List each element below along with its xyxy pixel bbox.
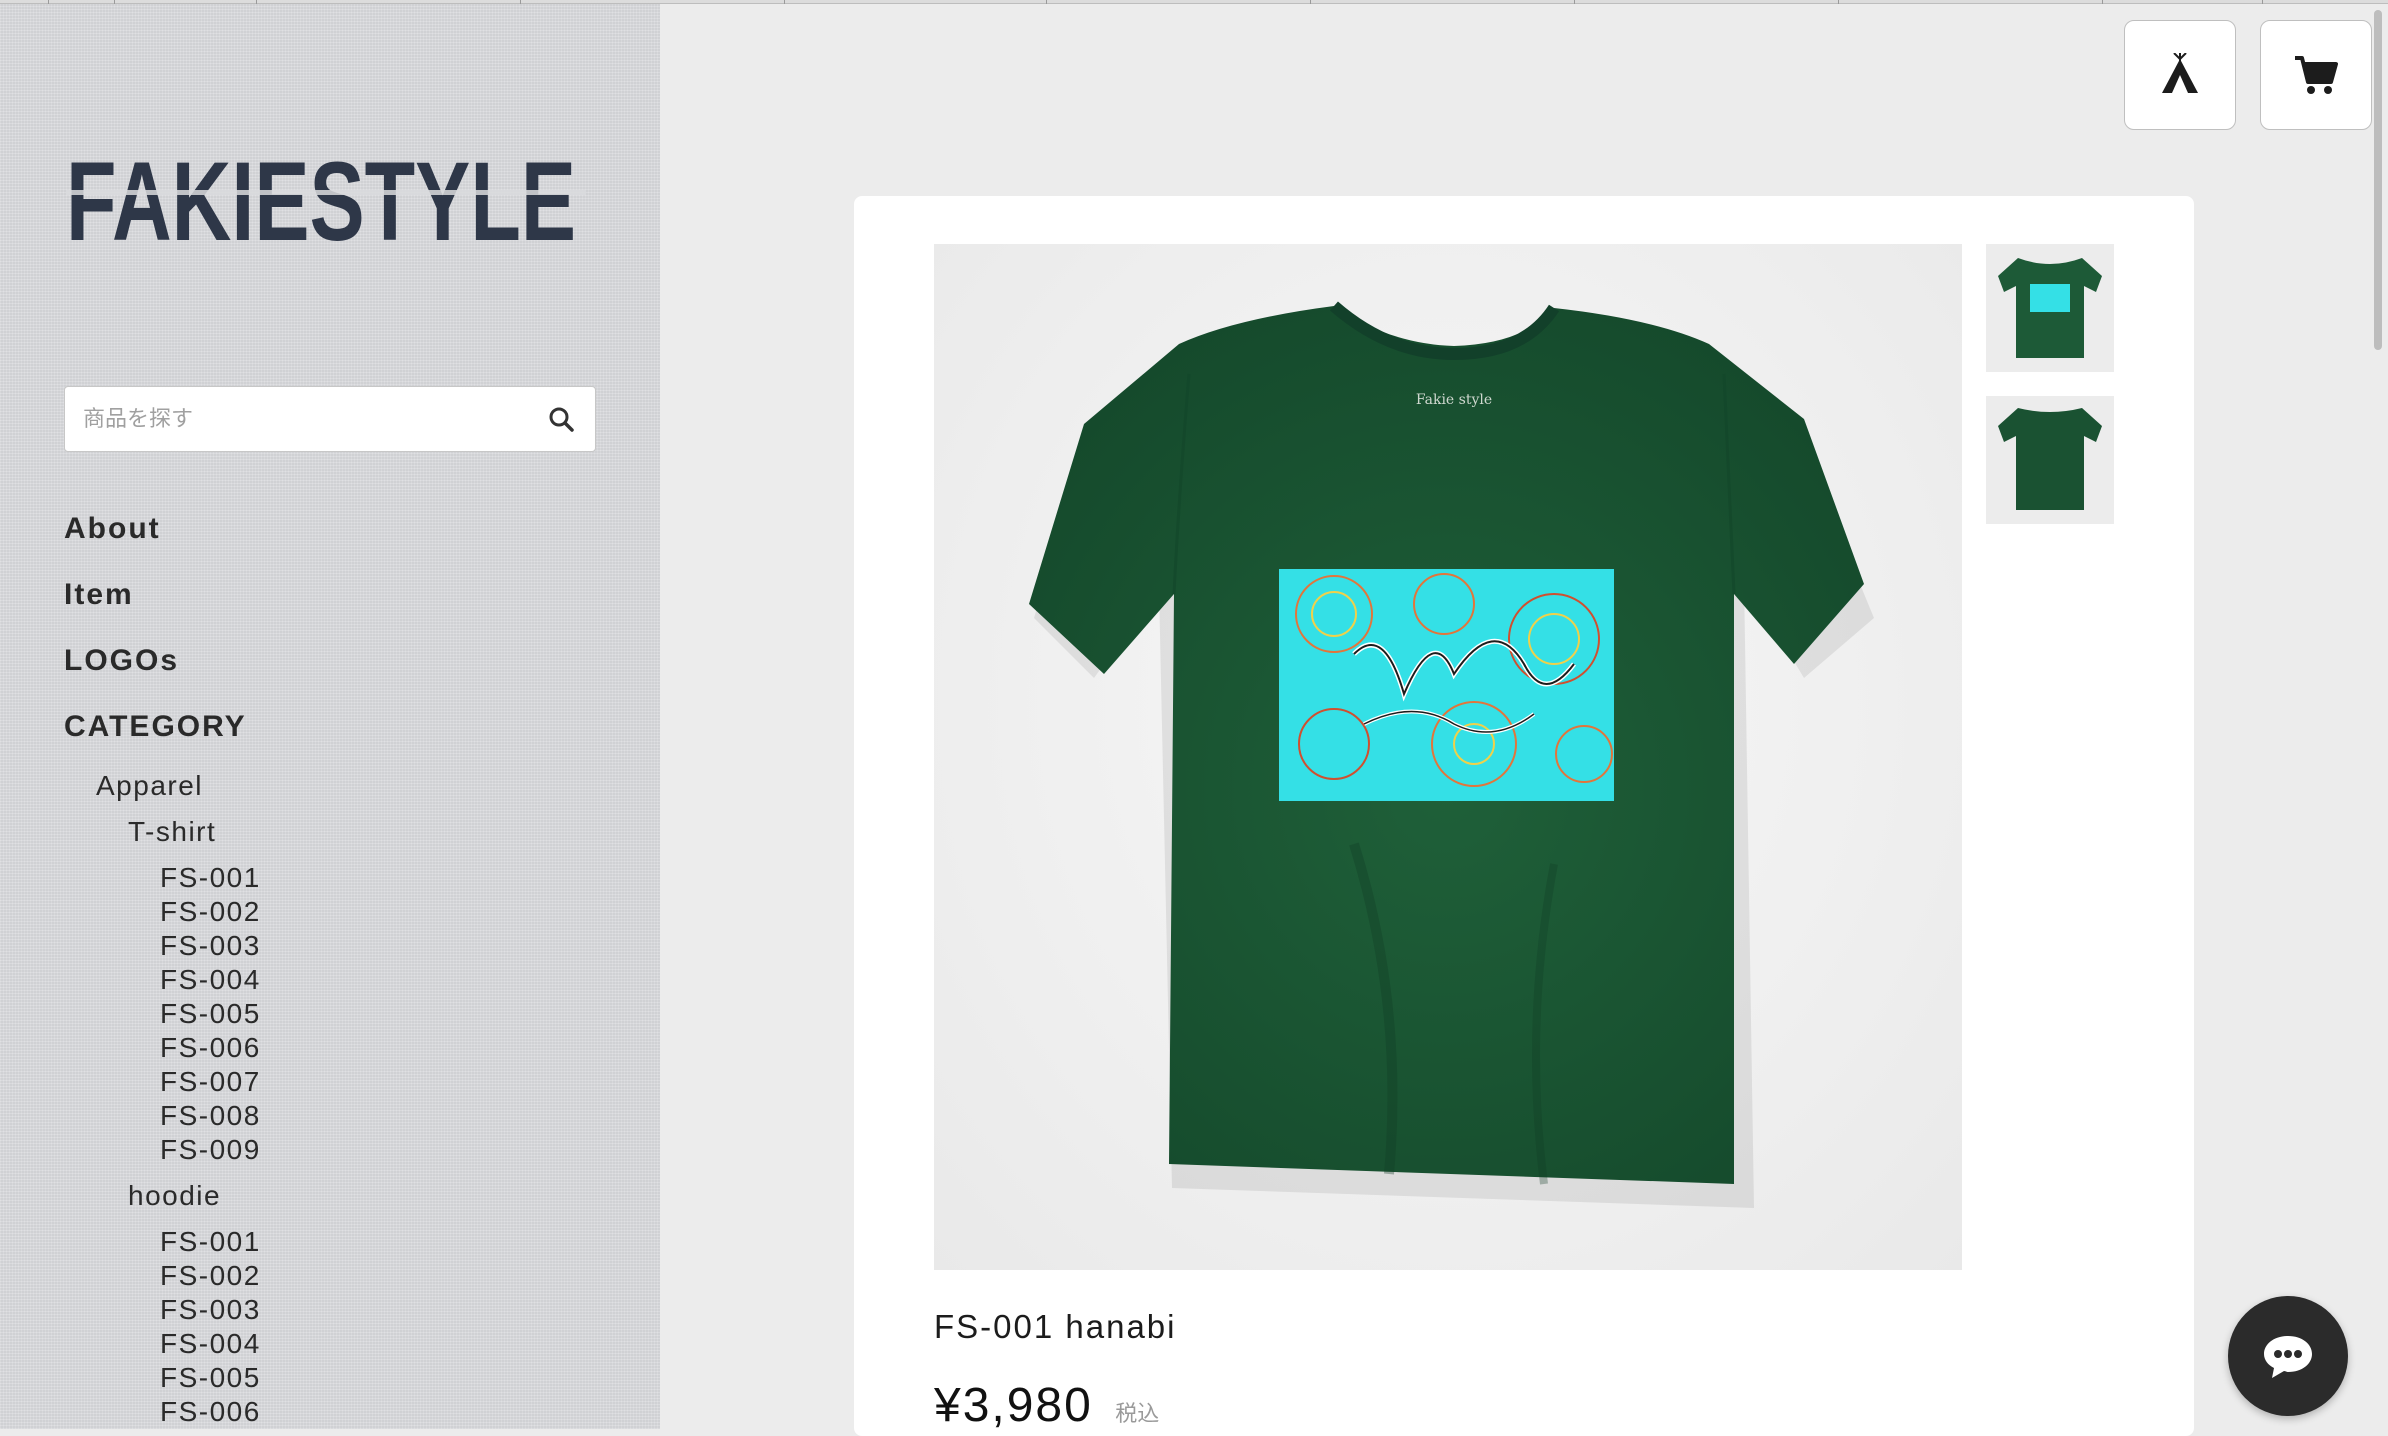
tshirt-item-link[interactable]: FS-009 xyxy=(160,1134,261,1166)
home-button[interactable] xyxy=(2124,20,2236,130)
hoodie-item-link[interactable]: FS-005 xyxy=(160,1362,261,1394)
search-input[interactable] xyxy=(65,387,525,451)
category-hoodie[interactable]: hoodie xyxy=(128,1180,221,1212)
hanabi-print xyxy=(1279,569,1614,801)
brand-logo[interactable]: FAKIESTYLE xyxy=(66,139,586,264)
cart-icon xyxy=(2295,56,2338,94)
nav-category[interactable]: CATEGORY xyxy=(64,710,247,744)
tshirt-item-link[interactable]: FS-003 xyxy=(160,930,261,962)
search-icon xyxy=(549,407,574,432)
tshirt-item-link[interactable]: FS-006 xyxy=(160,1032,261,1064)
product-thumbnail-back[interactable] xyxy=(1986,396,2114,524)
category-apparel[interactable]: Apparel xyxy=(96,770,203,802)
tshirt-item-link[interactable]: FS-002 xyxy=(160,896,261,928)
hoodie-item-link[interactable]: FS-003 xyxy=(160,1294,261,1326)
hoodie-item-link[interactable]: FS-001 xyxy=(160,1226,261,1258)
hoodie-item-link[interactable]: FS-002 xyxy=(160,1260,261,1292)
price-row: ¥3,980 税込 xyxy=(934,1378,1159,1433)
search-form xyxy=(64,386,596,452)
tax-label: 税込 xyxy=(1115,1402,1160,1427)
page-scrollbar[interactable] xyxy=(2374,10,2382,350)
chat-button[interactable] xyxy=(2228,1296,2348,1416)
product-title: FS-001 hanabi xyxy=(934,1308,1177,1345)
tshirt-item-link[interactable]: FS-001 xyxy=(160,862,261,894)
nav-about[interactable]: About xyxy=(64,512,161,546)
cart-button[interactable] xyxy=(2260,20,2372,130)
tshirt-item-link[interactable]: FS-004 xyxy=(160,964,261,996)
search-button[interactable] xyxy=(541,399,581,439)
category-tshirt[interactable]: T-shirt xyxy=(128,816,216,848)
nav-logos[interactable]: LOGOs xyxy=(64,644,179,678)
sidebar: FAKIESTYLE About Item LOGOs CATEGORY App… xyxy=(0,4,660,1429)
collar-label: Fakie style xyxy=(1416,392,1492,408)
product-price: ¥3,980 xyxy=(934,1379,1093,1432)
product-thumbnail-front[interactable] xyxy=(1986,244,2114,372)
tshirt-item-link[interactable]: FS-007 xyxy=(160,1066,261,1098)
hoodie-item-link[interactable]: FS-004 xyxy=(160,1328,261,1360)
tshirt-item-link[interactable]: FS-008 xyxy=(160,1100,261,1132)
product-main-image[interactable]: Fakie style xyxy=(934,244,1962,1270)
product-card: Fakie style FS-001 hanabi ¥3,980 税込 xyxy=(854,196,2194,1436)
brand-logo-text: FAKIESTYLE xyxy=(66,144,576,254)
nav-item[interactable]: Item xyxy=(64,578,134,612)
tshirt-item-link[interactable]: FS-005 xyxy=(160,998,261,1030)
chat-bubble-icon xyxy=(2264,1336,2312,1378)
hoodie-item-link[interactable]: FS-006 xyxy=(160,1396,261,1428)
tent-icon xyxy=(2162,53,2198,93)
